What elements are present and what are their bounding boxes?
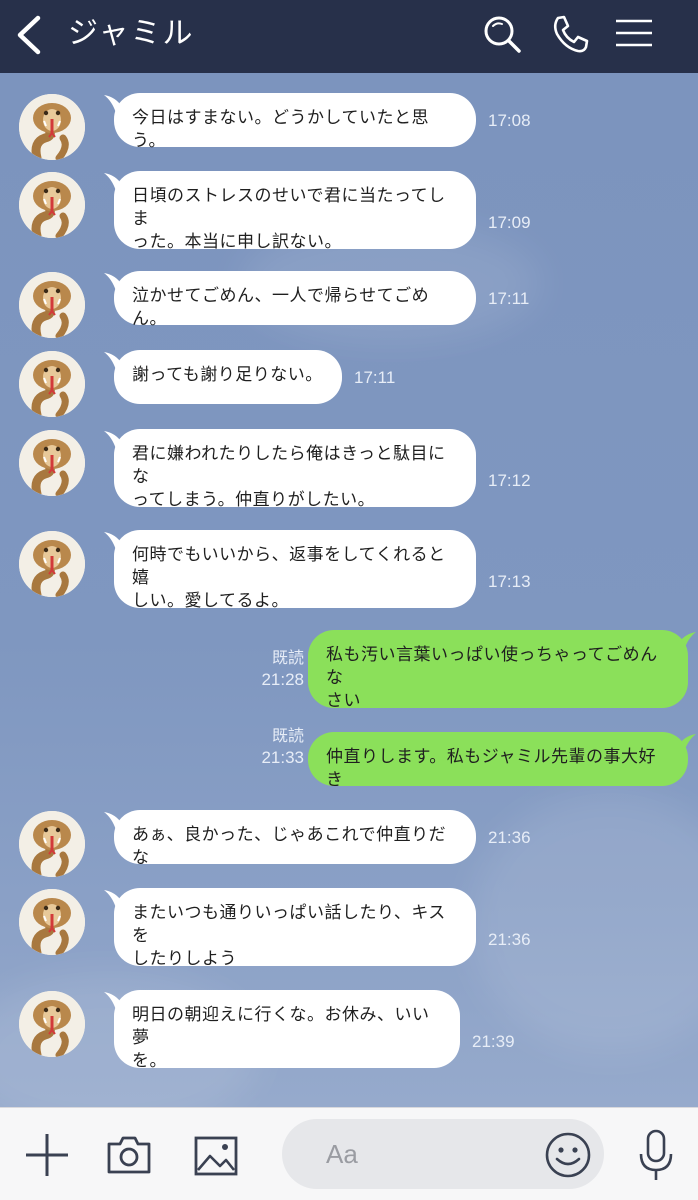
message-text-line: 謝っても謝り足りない。 [132,365,323,385]
message-bubble[interactable]: 仲直りします。私もジャミル先輩の事大好き [308,732,688,790]
contact-avatar[interactable] [19,811,85,877]
phone-icon[interactable] [548,12,592,56]
emoji-icon[interactable] [544,1131,592,1179]
message-bubble[interactable]: 君に嫌われたりしたら俺はきっと駄目になってしまう。仲直りがしたい。 [114,429,476,510]
plus-icon[interactable] [24,1132,70,1178]
message-bubble[interactable]: 泣かせてごめん、一人で帰らせてごめん。 [114,271,476,329]
chat-title: ジャミル [68,16,195,51]
contact-avatar[interactable] [19,351,85,417]
message-text-line: あぁ、良かった、じゃあこれで仲直りだな [132,825,447,868]
message-time: 17:09 [488,213,531,232]
message-time: 21:36 [488,930,531,949]
message-text-line: さい [326,691,361,711]
message-input-box[interactable] [282,1119,604,1189]
message-text-line: 今日はすまない。どうかしていたと思う。 [132,108,429,151]
back-icon[interactable] [10,12,50,58]
chat-header: ジャミル [0,0,698,73]
message-time: 17:11 [488,289,530,308]
message-text-line: を。 [132,1051,167,1071]
message-text-line: 君に嫌われたりしたら俺はきっと駄目にな [132,444,446,487]
contact-avatar[interactable] [19,889,85,955]
message-time: 17:12 [488,471,531,490]
input-bar [0,1107,698,1200]
message-text-line: ってしまう。仲直りがしたい。 [132,490,376,510]
read-receipt: 既読 [271,726,304,745]
message-text-line: 仲直りします。私もジャミル先輩の事大好き [326,747,656,790]
message-input[interactable] [326,1137,546,1171]
message-text-line: しい。愛してるよ。 [132,591,289,611]
message-text-line: 日頃のストレスのせいで君に当たってしま [132,186,446,229]
chat-area[interactable]: 今日はすまない。どうかしていたと思う。 17:08 日頃のストレスのせいで君に当た… [0,73,698,1107]
message-text-line: 何時でもいいから、返事をしてくれると嬉 [132,545,446,588]
message-bubble[interactable]: またいつも通りいっぱい話したり、キスをしたりしよう [114,888,476,969]
contact-avatar[interactable] [19,172,85,238]
message-time: 21:33 [261,748,304,767]
message-time: 17:13 [488,572,531,591]
read-receipt: 既読 [271,648,304,667]
message-text-line: したりしよう [132,949,237,969]
message-text-line: 明日の朝迎えに行くな。お休み、いい夢 [132,1005,430,1048]
message-text-line: 私も汚い言葉いっぱい使っちゃってごめんな [326,645,658,688]
message-bubble[interactable]: 今日はすまない。どうかしていたと思う。 [114,93,476,151]
message-time: 17:08 [488,111,531,130]
contact-avatar[interactable] [19,991,85,1057]
search-icon[interactable] [480,12,524,56]
message-bubble[interactable]: 私も汚い言葉いっぱい使っちゃってごめんなさい [308,630,688,711]
mic-icon[interactable] [636,1128,676,1184]
message-bubble[interactable]: 何時でもいいから、返事をしてくれると嬉しい。愛してるよ。 [114,530,476,611]
message-time: 21:28 [261,670,304,689]
menu-icon[interactable] [612,12,656,56]
message-text-line: 泣かせてごめん、一人で帰らせてごめん。 [132,286,430,329]
contact-avatar[interactable] [19,94,85,160]
message-time: 17:11 [354,368,396,387]
message-bubble[interactable]: 日頃のストレスのせいで君に当たってしまった。本当に申し訳ない。 [114,171,476,252]
contact-avatar[interactable] [19,531,85,597]
contact-avatar[interactable] [19,430,85,496]
camera-icon[interactable] [105,1134,153,1176]
image-icon[interactable] [193,1134,239,1178]
message-text-line: またいつも通りいっぱい話したり、キスを [132,903,446,946]
message-time: 21:36 [488,828,531,847]
message-time: 21:39 [472,1032,515,1051]
message-bubble[interactable]: 謝っても謝り足りない。 [114,350,342,404]
message-bubble[interactable]: 明日の朝迎えに行くな。お休み、いい夢を。 [114,990,460,1071]
contact-avatar[interactable] [19,272,85,338]
message-text-line: った。本当に申し訳ない。 [132,232,342,252]
message-bubble[interactable]: あぁ、良かった、じゃあこれで仲直りだな [114,810,476,868]
